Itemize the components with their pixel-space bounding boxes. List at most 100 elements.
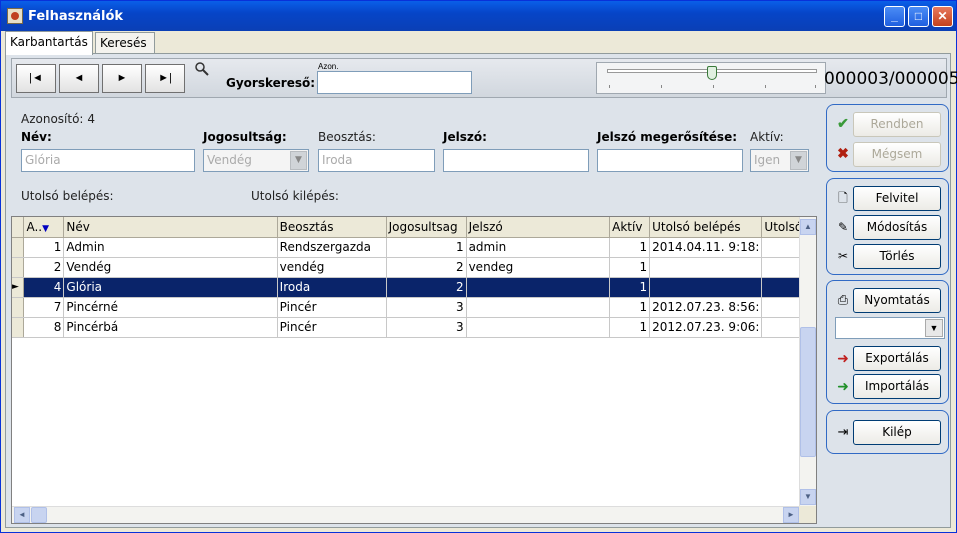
password-field[interactable]	[443, 149, 589, 172]
scroll-left-icon[interactable]: ◄	[14, 507, 30, 523]
cell-password[interactable]: vendeg	[466, 257, 611, 278]
cell-id[interactable]: 4	[23, 277, 65, 298]
row-indicator[interactable]: ►	[12, 277, 25, 298]
horizontal-scrollbar[interactable]: ◄ ►	[12, 506, 801, 523]
next-record-button[interactable]: ►	[102, 64, 142, 93]
cell-password[interactable]	[466, 317, 611, 338]
position-field[interactable]: Iroda	[318, 149, 435, 172]
cell-active[interactable]: 1	[609, 237, 651, 258]
scroll-down-icon[interactable]: ▼	[800, 489, 816, 505]
row-indicator[interactable]	[12, 297, 25, 318]
row-indicator[interactable]	[12, 317, 25, 338]
print-button[interactable]: Nyomtatás	[853, 288, 941, 313]
users-grid[interactable]: A..▼ Név Beosztás Jogosultsag Jelszó Akt…	[11, 216, 817, 524]
cell-role[interactable]: 3	[386, 297, 467, 318]
cell-password[interactable]	[466, 277, 611, 298]
edit-button[interactable]: Módosítás	[853, 215, 941, 240]
scroll-up-icon[interactable]: ▲	[800, 219, 816, 235]
column-header-name[interactable]: Név	[63, 217, 278, 238]
close-button[interactable]: ✕	[932, 6, 953, 27]
cross-icon: ✖	[837, 145, 849, 161]
cancel-button[interactable]: Mégsem	[853, 142, 941, 167]
cell-position[interactable]: Rendszergazda	[277, 237, 387, 258]
column-header-position[interactable]: Beosztás	[277, 217, 387, 238]
active-select[interactable]: Igen ▼	[750, 149, 809, 172]
cell-name[interactable]: Glória	[63, 277, 278, 298]
column-header-last-login[interactable]: Utolsó belépés	[649, 217, 763, 238]
quick-search-input[interactable]	[317, 71, 472, 94]
confirm-password-field[interactable]	[597, 149, 743, 172]
window-title: Felhasználók	[28, 9, 124, 24]
column-header-active[interactable]: Aktív	[609, 217, 651, 238]
role-select[interactable]: Vendég ▼	[203, 149, 309, 172]
cell-last-login[interactable]	[649, 257, 763, 278]
prev-record-button[interactable]: ◄	[59, 64, 99, 93]
cell-last-login[interactable]	[649, 277, 763, 298]
tab-karbantartas[interactable]: Karbantartás	[5, 31, 93, 55]
cell-name[interactable]: Pincérbá	[63, 317, 278, 338]
tab-kereses[interactable]: Keresés	[95, 32, 155, 54]
cell-name[interactable]: Admin	[63, 237, 278, 258]
cell-position[interactable]: Iroda	[277, 277, 387, 298]
delete-button[interactable]: Törlés	[853, 244, 941, 269]
cell-active[interactable]: 1	[609, 297, 651, 318]
io-group: ⎙ Nyomtatás ▼ ➜ Exportálás ➜ Importálás	[826, 280, 949, 404]
cell-role[interactable]: 3	[386, 317, 467, 338]
maximize-button[interactable]: □	[908, 6, 929, 27]
new-button[interactable]: Felvitel	[853, 186, 941, 211]
vertical-scroll-thumb[interactable]	[800, 327, 816, 457]
name-field[interactable]: Glória	[21, 149, 195, 172]
cell-role[interactable]: 2	[386, 277, 467, 298]
cell-name[interactable]: Pincérné	[63, 297, 278, 318]
row-indicator[interactable]	[12, 237, 25, 258]
cell-active[interactable]: 1	[609, 277, 651, 298]
record-slider[interactable]	[596, 62, 826, 94]
horizontal-scroll-thumb[interactable]	[31, 507, 47, 523]
scroll-right-icon[interactable]: ►	[783, 507, 799, 523]
export-icon: ➜	[837, 350, 849, 366]
tab-panel: |◄ ◄ ► ►| Gyorskereső: Azon. 000003/0000…	[5, 53, 957, 528]
chevron-down-icon: ▼	[290, 151, 307, 170]
vertical-scrollbar[interactable]: ▲ ▼	[799, 217, 816, 507]
cell-id[interactable]: 1	[23, 237, 65, 258]
print-option-select[interactable]: ▼	[835, 317, 945, 339]
cell-last-login[interactable]: 2014.04.11. 9:18:	[649, 237, 763, 258]
column-header-password[interactable]: Jelszó	[466, 217, 611, 238]
cell-role[interactable]: 1	[386, 237, 467, 258]
exit-button[interactable]: Kilép	[853, 420, 941, 445]
cell-position[interactable]: vendég	[277, 257, 387, 278]
column-header-role[interactable]: Jogosultsag	[386, 217, 467, 238]
column-header-id[interactable]: A..▼	[23, 217, 65, 238]
cell-password[interactable]	[466, 297, 611, 318]
cell-last-login[interactable]: 2012.07.23. 9:06:	[649, 317, 763, 338]
export-button[interactable]: Exportálás	[853, 346, 941, 371]
first-record-button[interactable]: |◄	[16, 64, 56, 93]
cell-id[interactable]: 7	[23, 297, 65, 318]
quick-search-field-label: Azon.	[318, 62, 339, 71]
cell-name[interactable]: Vendég	[63, 257, 278, 278]
cell-id[interactable]: 2	[23, 257, 65, 278]
import-icon: ➜	[837, 378, 849, 394]
table-row-selected[interactable]: ► 4 Glória Iroda 2 1	[12, 277, 816, 298]
cell-active[interactable]: 1	[609, 317, 651, 338]
cell-password[interactable]: admin	[466, 237, 611, 258]
slider-thumb[interactable]	[707, 66, 717, 80]
id-label: Azonosító: 4	[21, 112, 95, 126]
cell-active[interactable]: 1	[609, 257, 651, 278]
ok-button[interactable]: Rendben	[853, 112, 941, 137]
cell-position[interactable]: Pincér	[277, 297, 387, 318]
import-button[interactable]: Importálás	[853, 374, 941, 399]
table-row[interactable]: 1 Admin Rendszergazda 1 admin 1 2014.04.…	[12, 237, 816, 258]
cell-position[interactable]: Pincér	[277, 317, 387, 338]
table-row[interactable]: 7 Pincérné Pincér 3 1 2012.07.23. 8:56:	[12, 297, 816, 318]
cell-id[interactable]: 8	[23, 317, 65, 338]
table-row[interactable]: 8 Pincérbá Pincér 3 1 2012.07.23. 9:06:	[12, 317, 816, 338]
last-record-button[interactable]: ►|	[145, 64, 185, 93]
cell-role[interactable]: 2	[386, 257, 467, 278]
table-row[interactable]: 2 Vendég vendég 2 vendeg 1	[12, 257, 816, 278]
row-indicator[interactable]	[12, 257, 25, 278]
cell-last-login[interactable]: 2012.07.23. 8:56:	[649, 297, 763, 318]
slider-tick	[815, 85, 816, 88]
minimize-button[interactable]: _	[884, 6, 905, 27]
scroll-corner	[799, 506, 816, 523]
